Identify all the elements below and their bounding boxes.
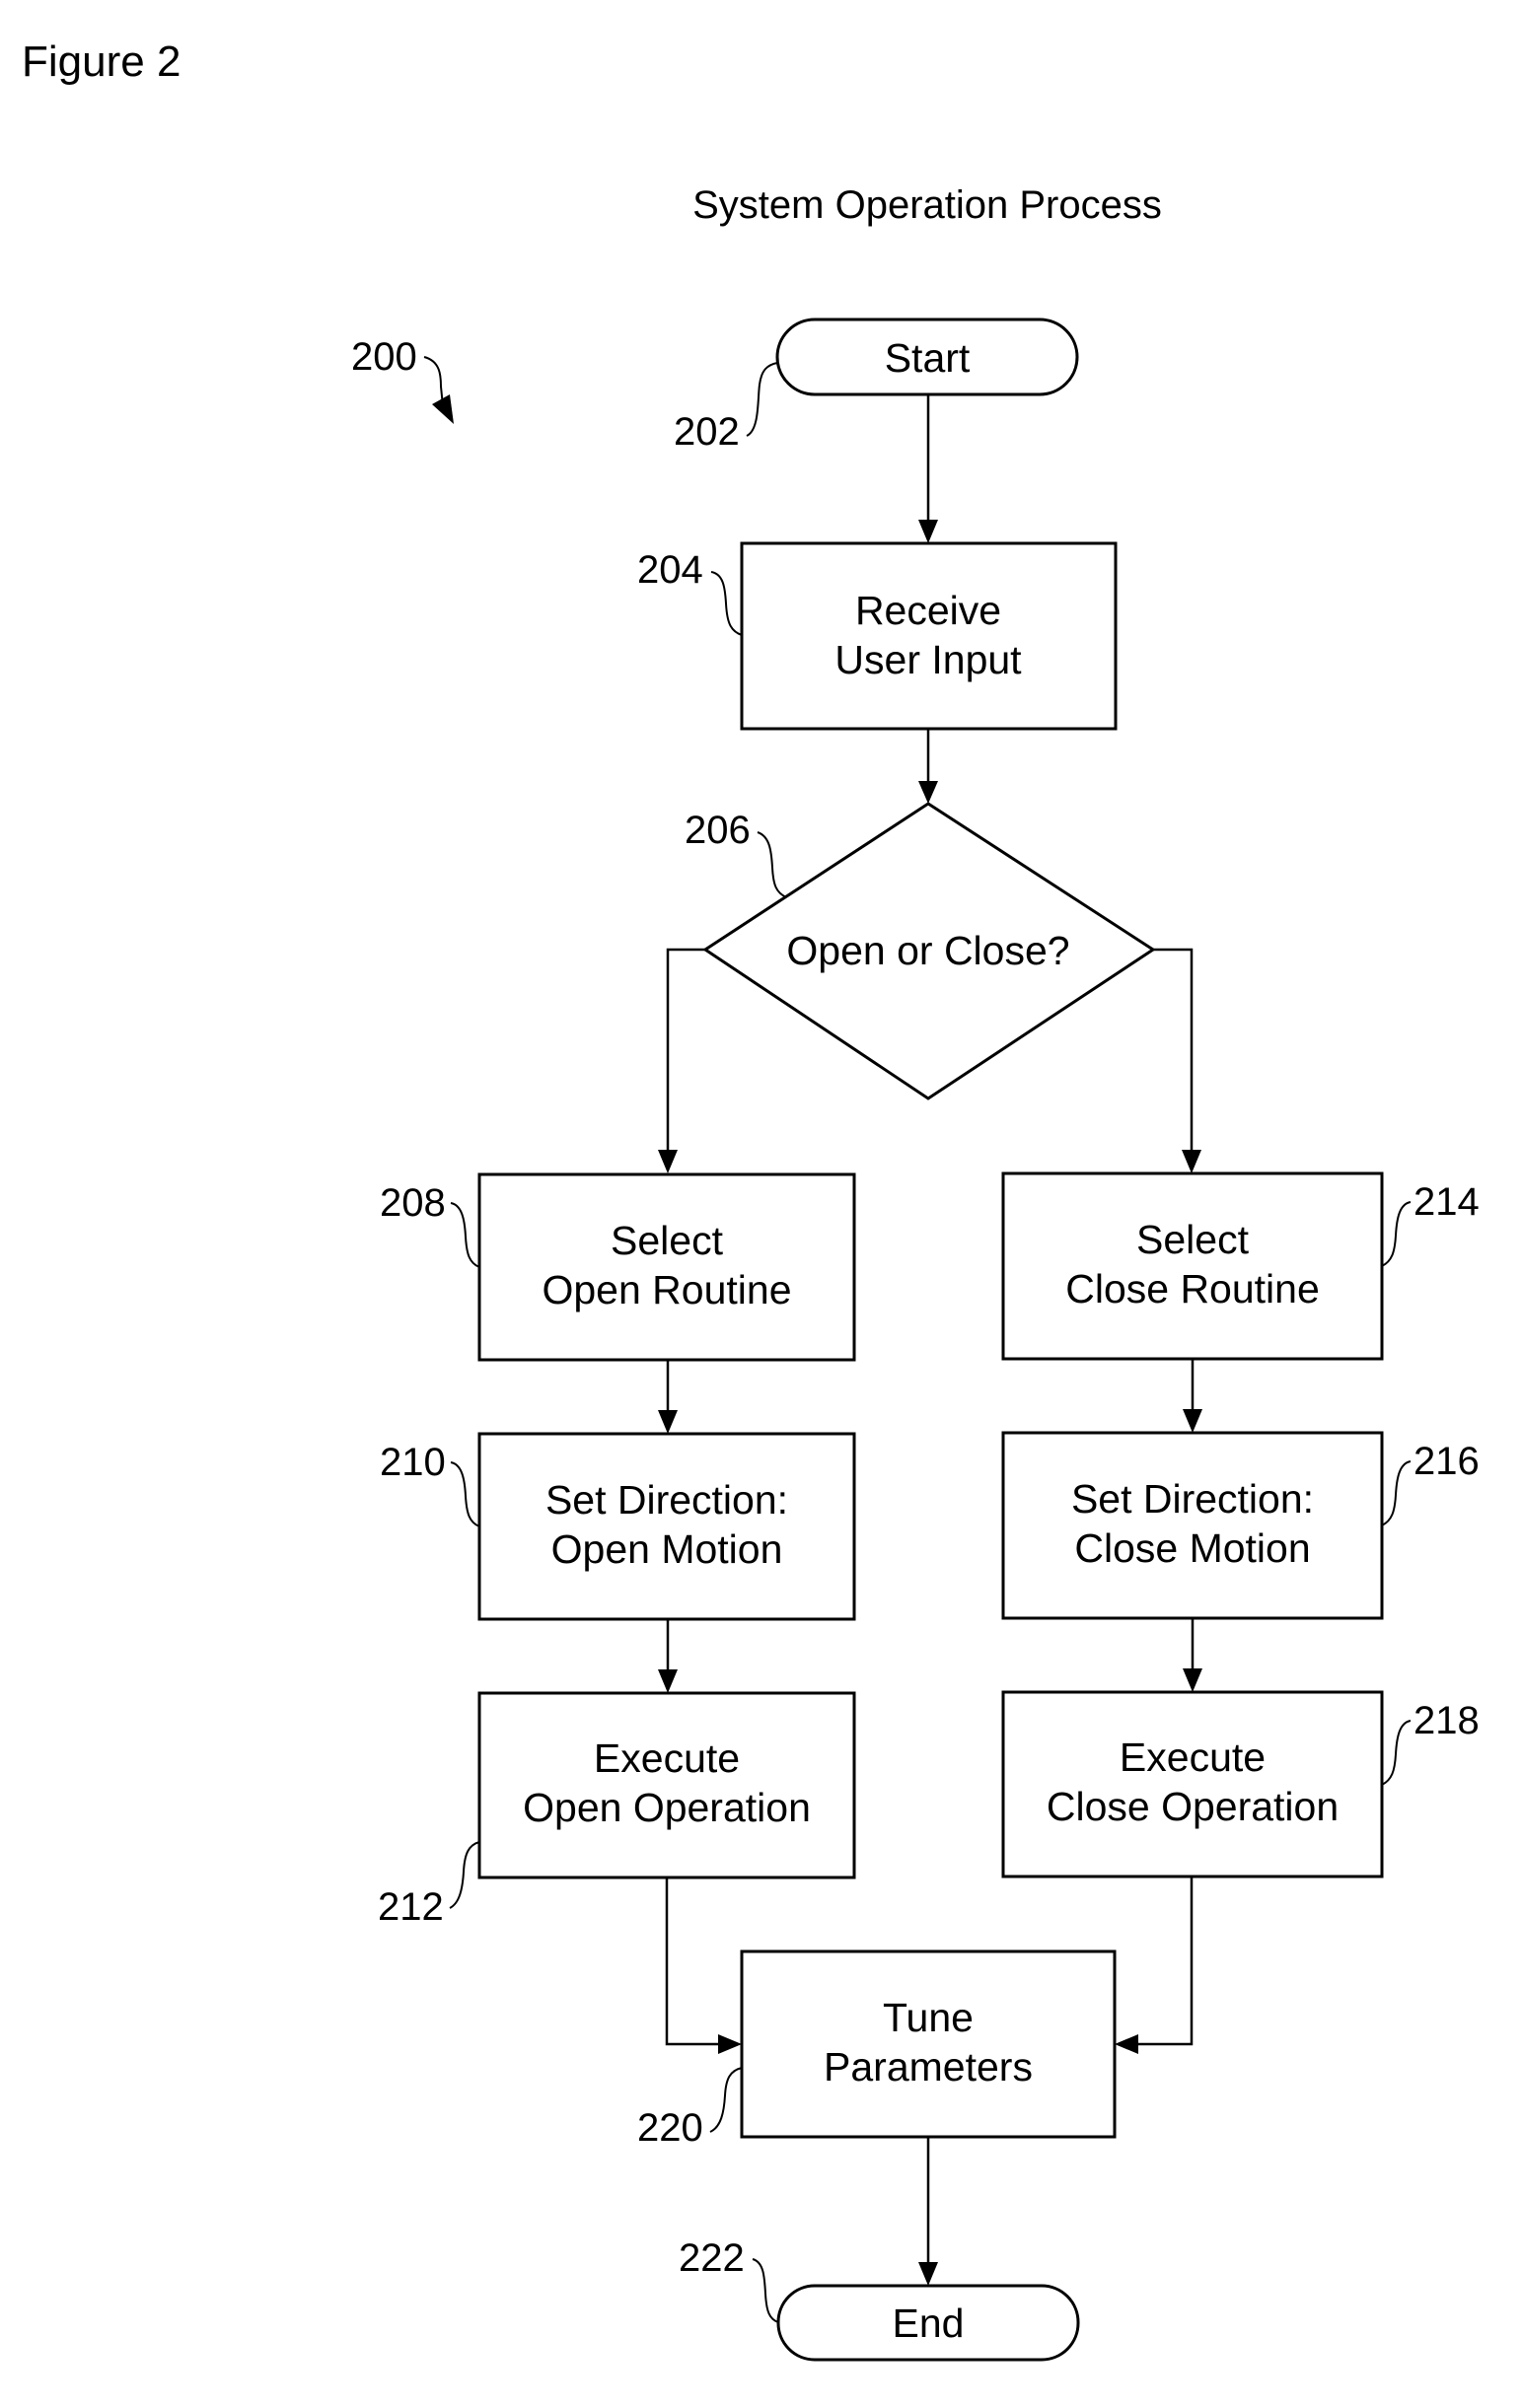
leader-line <box>449 1841 480 1909</box>
node-label-line2: Open Motion <box>551 1526 783 1572</box>
ref-label: 210 <box>380 1441 446 1484</box>
node-start: Start 202 <box>674 318 1079 454</box>
node-label-line1: Set Direction: <box>545 1477 788 1523</box>
node-decision: Open or Close? 206 <box>685 802 1156 1100</box>
node-label-line2: Close Routine <box>1065 1266 1320 1311</box>
node-select-open: Select Open Routine 208 <box>380 1172 856 1362</box>
node-label: Open or Close? <box>786 928 1069 973</box>
node-label: End <box>893 2301 965 2346</box>
edge-decision-close <box>1153 948 1194 1156</box>
leader-line <box>746 362 778 437</box>
leader-line <box>1381 1201 1412 1267</box>
ref-arrow-head-icon <box>432 394 454 424</box>
arrow-head-icon <box>918 781 938 804</box>
node-label-line2: Close Operation <box>1047 1784 1339 1829</box>
ref-label: 202 <box>674 410 740 454</box>
leader-line <box>1381 1460 1412 1526</box>
ref-label: 220 <box>637 2106 703 2150</box>
node-exec-open: Execute Open Operation 212 <box>378 1691 856 1929</box>
arrow-head-icon <box>718 2034 742 2054</box>
node-label-line2: User Input <box>834 637 1022 682</box>
ref-label: 208 <box>380 1181 446 1225</box>
arrow-head-icon <box>1115 2034 1138 2054</box>
node-label-line2: Close Motion <box>1074 1525 1310 1571</box>
node-label-line1: Execute <box>1120 1735 1266 1780</box>
ref-label: 216 <box>1413 1440 1480 1483</box>
leader-line <box>1381 1720 1412 1786</box>
node-label-line1: Execute <box>594 1735 740 1781</box>
arrow-head-icon <box>918 520 938 543</box>
process-ref-200: 200 <box>351 335 454 424</box>
arrow-head-icon <box>658 1669 678 1693</box>
ref-label: 206 <box>685 809 751 852</box>
edge-exec-open-tune <box>665 1877 724 2046</box>
arrow-head-icon <box>658 1150 678 1173</box>
ref-label: 214 <box>1413 1180 1480 1224</box>
diagram-title: System Operation Process <box>692 183 1162 227</box>
arrow-head-icon <box>1183 1668 1202 1692</box>
flowchart: Figure 2 System Operation Process 200 St… <box>22 37 1480 2362</box>
node-set-close: Set Direction: Close Motion 216 <box>1001 1431 1480 1620</box>
arrow-head-icon <box>1183 1409 1202 1433</box>
node-tune: Tune Parameters 220 <box>637 1949 1117 2150</box>
figure-label: Figure 2 <box>22 37 181 86</box>
node-label-line1: Tune <box>883 1995 974 2040</box>
node-label-line1: Set Direction: <box>1071 1476 1314 1522</box>
edge-exec-close-tune <box>1132 1877 1194 2046</box>
node-label: Start <box>885 335 971 381</box>
node-end: End 222 <box>679 2236 1080 2362</box>
leader-line <box>709 2067 743 2133</box>
node-select-close: Select Close Routine 214 <box>1001 1171 1480 1361</box>
node-set-open: Set Direction: Open Motion 210 <box>380 1432 856 1621</box>
ref-label: 212 <box>378 1885 444 1929</box>
ref-label: 200 <box>351 335 417 379</box>
ref-label: 218 <box>1413 1699 1480 1742</box>
node-label-line2: Parameters <box>824 2044 1033 2089</box>
node-label-line1: Receive <box>855 588 1001 633</box>
process-box <box>740 541 1118 731</box>
leader-line <box>450 1461 480 1527</box>
node-label-line2: Open Routine <box>542 1267 791 1312</box>
edge-decision-open <box>666 948 705 1156</box>
arrow-head-icon <box>918 2262 938 2286</box>
node-exec-close: Execute Close Operation 218 <box>1001 1690 1480 1878</box>
arrow-head-icon <box>1182 1150 1201 1173</box>
leader-line <box>752 2258 779 2323</box>
ref-label: 222 <box>679 2236 745 2280</box>
leader-line <box>710 571 743 636</box>
ref-label: 204 <box>637 548 703 592</box>
leader-line <box>450 1202 480 1268</box>
leader-line <box>757 831 787 898</box>
node-label-line1: Select <box>1136 1217 1250 1262</box>
node-label-line2: Open Operation <box>523 1785 811 1830</box>
ref-arrow-line <box>423 356 444 407</box>
arrow-head-icon <box>658 1410 678 1434</box>
node-receive-input: Receive User Input 204 <box>637 541 1118 731</box>
node-label-line1: Select <box>611 1218 724 1263</box>
